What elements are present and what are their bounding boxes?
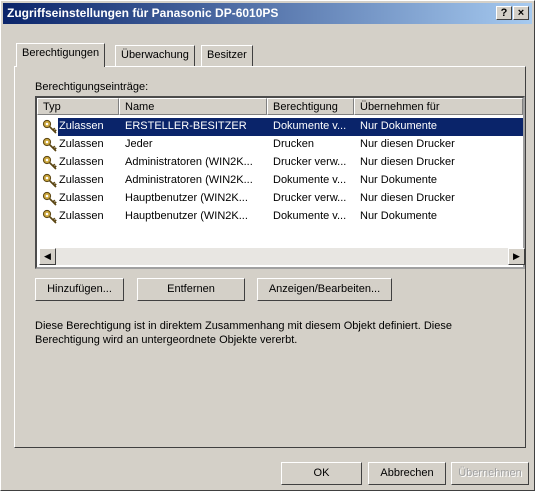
cell-apply-to: Nur Dokumente: [360, 210, 438, 222]
list-item[interactable]: Zulassen Jeder Drucken Nur diesen Drucker: [37, 136, 523, 154]
key-icon: [42, 155, 58, 171]
column-header-type[interactable]: Typ: [37, 98, 119, 115]
tab-label: Überwachung: [121, 49, 189, 61]
list-item[interactable]: Zulassen ERSTELLER-BESITZER Dokumente v...…: [37, 118, 523, 136]
list-item[interactable]: Zulassen Hauptbenutzer (WIN2K... Dokumente…: [37, 208, 523, 226]
cell-apply-to: Nur diesen Drucker: [360, 156, 455, 168]
scroll-left-button[interactable]: ◀: [39, 248, 56, 265]
title-bar[interactable]: Zugriffseinstellungen für Panasonic DP-6…: [3, 3, 532, 24]
ok-button[interactable]: OK: [281, 462, 362, 485]
horizontal-scrollbar[interactable]: ◀ ▶: [39, 248, 525, 265]
tab-berechtigungen[interactable]: Berechtigungen: [16, 43, 106, 67]
cell-type: Zulassen: [59, 120, 104, 132]
cell-type: Zulassen: [59, 138, 104, 150]
cell-apply-to: Nur diesen Drucker: [360, 138, 455, 150]
cell-permission: Drucker verw...: [273, 156, 347, 168]
list-item[interactable]: Zulassen Hauptbenutzer (WIN2K... Drucker v…: [37, 190, 523, 208]
access-settings-dialog: Zugriffseinstellungen für Panasonic DP-6…: [0, 0, 535, 491]
cell-name: Administratoren (WIN2K...: [125, 156, 253, 168]
cell-permission: Dokumente v...: [273, 120, 347, 132]
cell-permission: Dokumente v...: [273, 210, 347, 222]
cell-type: Zulassen: [59, 210, 104, 222]
window-title: Zugriffseinstellungen für Panasonic DP-6…: [7, 6, 279, 20]
cell-permission: Drucker verw...: [273, 192, 347, 204]
cell-name: Administratoren (WIN2K...: [125, 174, 253, 186]
view-edit-button[interactable]: Anzeigen/Bearbeiten...: [257, 278, 392, 301]
tab-label: Besitzer: [207, 49, 247, 61]
tab-label: Berechtigungen: [22, 47, 100, 59]
key-icon: [42, 137, 58, 153]
close-button[interactable]: ×: [513, 6, 529, 20]
cell-apply-to: Nur Dokumente: [360, 120, 438, 132]
permission-entries-list[interactable]: Typ Name Berechtigung Übernehmen für Zul…: [35, 96, 525, 269]
tab-besitzer[interactable]: Besitzer: [201, 45, 253, 66]
list-item[interactable]: Zulassen Administratoren (WIN2K... Drucker…: [37, 154, 523, 172]
add-button[interactable]: Hinzufügen...: [35, 278, 124, 301]
cell-apply-to: Nur diesen Drucker: [360, 192, 455, 204]
key-icon: [42, 119, 58, 135]
permission-entries-label: Berechtigungseinträge:: [35, 81, 149, 93]
list-item[interactable]: Zulassen Administratoren (WIN2K... Dokumen…: [37, 172, 523, 190]
apply-button: Übernehmen: [451, 462, 529, 485]
cell-name: Hauptbenutzer (WIN2K...: [125, 210, 248, 222]
cell-name: ERSTELLER-BESITZER: [125, 120, 247, 132]
cell-permission: Dokumente v...: [273, 174, 347, 186]
remove-button[interactable]: Entfernen: [137, 278, 245, 301]
key-icon: [42, 209, 58, 225]
scroll-right-button[interactable]: ▶: [508, 248, 525, 265]
cell-apply-to: Nur Dokumente: [360, 174, 438, 186]
cell-permission: Drucken: [273, 138, 314, 150]
cell-name: Hauptbenutzer (WIN2K...: [125, 192, 248, 204]
cell-name: Jeder: [125, 138, 153, 150]
permission-description: Diese Berechtigung ist in direktem Zusam…: [35, 320, 452, 346]
cancel-button[interactable]: Abbrechen: [368, 462, 446, 485]
tab-ueberwachung[interactable]: Überwachung: [115, 45, 195, 66]
cell-type: Zulassen: [59, 192, 104, 204]
column-header-apply-to[interactable]: Übernehmen für: [354, 98, 523, 115]
column-header-name[interactable]: Name: [119, 98, 267, 115]
cell-type: Zulassen: [59, 156, 104, 168]
cell-type: Zulassen: [59, 174, 104, 186]
help-button[interactable]: ?: [496, 6, 512, 20]
key-icon: [42, 173, 58, 189]
column-header-permission[interactable]: Berechtigung: [267, 98, 354, 115]
key-icon: [42, 191, 58, 207]
